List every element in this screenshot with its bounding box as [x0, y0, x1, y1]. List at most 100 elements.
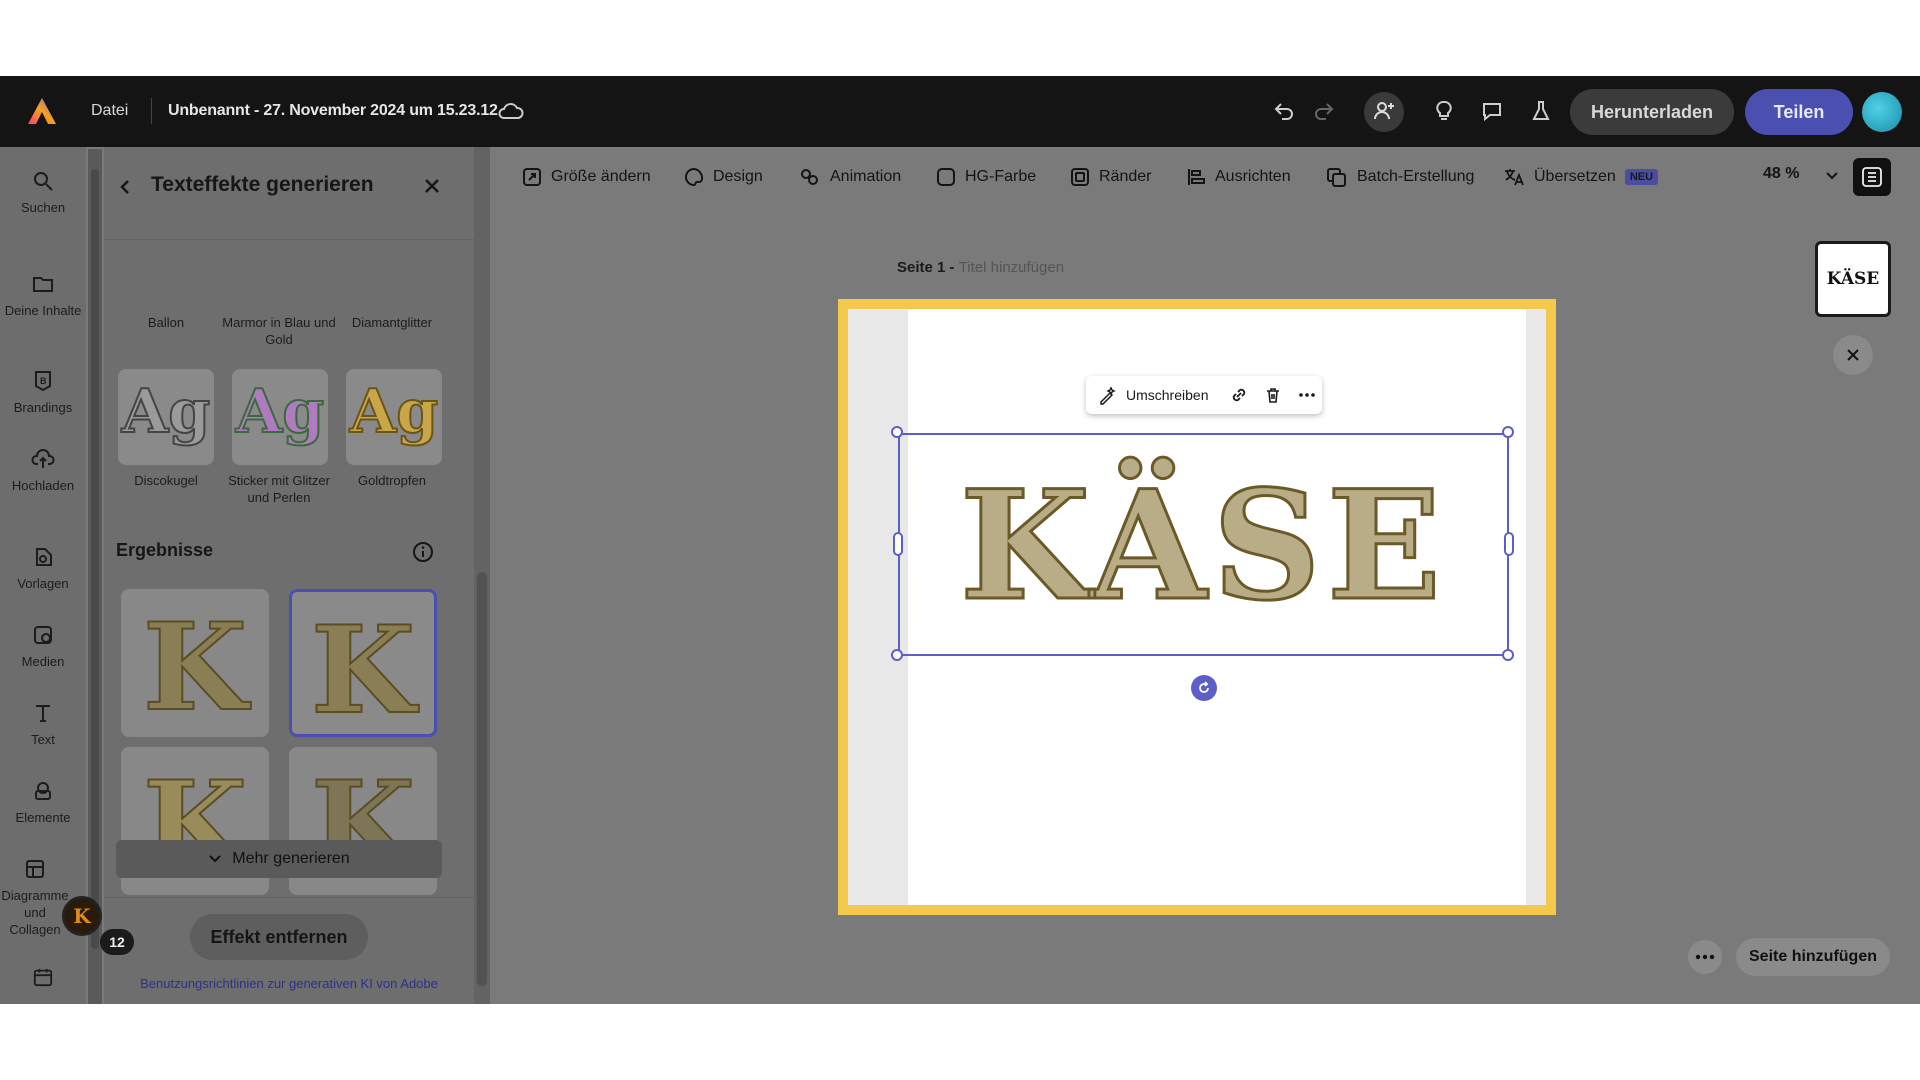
style-card-glitter-pearls[interactable]: Ag [232, 369, 328, 465]
close-icon[interactable] [423, 177, 441, 195]
rail-label: Medien [21, 654, 65, 669]
cloud-icon[interactable] [497, 99, 525, 123]
bg-color-button[interactable]: HG-Farbe [936, 164, 1036, 190]
result-preview: K [142, 596, 248, 737]
page-options-button[interactable] [1688, 940, 1722, 974]
style-caption-ballon: Ballon [147, 315, 185, 330]
templates-icon [36, 548, 52, 566]
bg-color-label: HG-Farbe [965, 168, 1037, 185]
style-caption: Sticker mit Glitzer und Perlen [228, 473, 330, 505]
translate-button[interactable]: Übersetzen NEU [1503, 164, 1659, 190]
search-icon [34, 172, 53, 191]
selection-box[interactable] [898, 433, 1509, 656]
rail-item-your-content[interactable]: Deine Inhalte [0, 272, 86, 319]
chevron-down-icon[interactable] [1824, 169, 1840, 183]
rail-item-grids[interactable]: Diagramme und Collagen [0, 857, 70, 938]
style-sample: Ag [349, 376, 440, 448]
page-title-input[interactable]: Titel hinzufügen [959, 259, 1064, 276]
undo-icon[interactable] [1269, 96, 1299, 126]
redo-icon[interactable] [1309, 96, 1339, 126]
link-icon[interactable] [1230, 386, 1248, 404]
brand-icon: B [35, 371, 51, 392]
rail-item-text[interactable]: Text [0, 701, 86, 748]
rotate-icon [1199, 681, 1209, 693]
resize-handle-left[interactable] [893, 532, 903, 556]
scroll-thumb[interactable] [477, 572, 487, 986]
design-label: Design [713, 168, 763, 185]
add-person-icon[interactable] [1369, 96, 1399, 126]
trash-icon[interactable] [1264, 386, 1282, 404]
rewrite-icon [1100, 386, 1116, 405]
user-avatar[interactable] [1862, 92, 1902, 132]
rail-label: Brandings [13, 400, 73, 415]
resize-handle-br[interactable] [1502, 649, 1514, 661]
page-label: Seite 1 - Titel hinzufügen [897, 259, 1064, 276]
rail-label: Suchen [20, 200, 66, 215]
results-heading: Ergebnisse [116, 540, 214, 560]
style-caption-diamond: Diamantglitter [351, 315, 433, 330]
style-card-discokugel[interactable]: Ag [118, 369, 214, 465]
lightbulb-icon[interactable] [1429, 96, 1459, 126]
result-preview: K [310, 599, 416, 737]
adobe-express-logo-icon[interactable] [26, 96, 58, 128]
resize-handle-tl[interactable] [891, 426, 903, 438]
add-page-button[interactable]: Seite hinzufügen [1736, 938, 1890, 976]
top-bar: Datei Unbenannt - 27. November 2024 um 1… [0, 76, 1920, 147]
notification-badge[interactable]: 12 [100, 929, 134, 955]
batch-create-button[interactable]: Batch-Erstellung [1326, 164, 1474, 190]
rail-item-brands[interactable]: B Brandings [0, 369, 86, 416]
download-button[interactable]: Herunterladen [1570, 89, 1734, 135]
ai-guidelines-link[interactable]: Benutzungsrichtlinien zur generativen KI… [104, 976, 474, 991]
file-menu[interactable]: Datei [91, 102, 128, 120]
design-button[interactable]: Design [684, 164, 763, 190]
document-title[interactable]: Unbenannt - 27. November 2024 um 15.23.1… [168, 102, 498, 120]
flask-icon[interactable] [1526, 96, 1556, 126]
zoom-level[interactable]: 48 % [1763, 165, 1799, 183]
generate-more-button[interactable]: Mehr generieren [116, 840, 442, 878]
svg-text:B: B [40, 376, 47, 386]
style-caption-marble: Marmor in Blau und Gold [222, 315, 336, 347]
borders-button[interactable]: Ränder [1070, 164, 1151, 190]
divider [151, 98, 152, 124]
layers-toggle-button[interactable] [1853, 158, 1891, 196]
resize-handle-right[interactable] [1504, 532, 1514, 556]
rail-item-more[interactable] [0, 967, 86, 993]
style-caption: Goldtropfen [358, 473, 426, 488]
animation-button[interactable]: Animation [799, 164, 901, 190]
resize-icon [523, 168, 541, 186]
page-thumbnail[interactable]: KÄSE [1815, 241, 1891, 317]
folder-icon [33, 277, 53, 292]
align-button[interactable]: Ausrichten [1186, 164, 1291, 190]
rail-item-upload[interactable]: Hochladen [0, 447, 86, 494]
chevron-down-icon [209, 855, 222, 863]
resize-handle-bl[interactable] [891, 649, 903, 661]
rail-label: Elemente [15, 810, 71, 825]
rail-item-templates[interactable]: Vorlagen [0, 545, 86, 592]
more-icon[interactable] [1298, 386, 1316, 404]
rail-label: Diagramme und Collagen [1, 888, 69, 937]
rail-item-elements[interactable]: Elemente [0, 779, 86, 826]
style-card-gold-drops[interactable]: Ag [346, 369, 442, 465]
scroll-thumb[interactable] [91, 169, 99, 949]
more-icon [1695, 954, 1715, 960]
upload-icon [31, 449, 55, 468]
result-card-2-selected[interactable]: K [289, 589, 437, 737]
resize-handle-tr[interactable] [1502, 426, 1514, 438]
text-icon [36, 705, 50, 722]
rail-item-media[interactable]: Medien [0, 623, 86, 670]
rotate-handle[interactable] [1191, 675, 1217, 701]
comment-icon[interactable] [1477, 96, 1507, 126]
resize-button[interactable]: Größe ändern [522, 164, 651, 190]
rewrite-button[interactable]: Umschreiben [1126, 387, 1208, 403]
remove-effect-button[interactable]: Effekt entfernen [190, 914, 368, 960]
info-icon[interactable] [412, 541, 434, 563]
panel-scrollbar[interactable] [474, 147, 490, 1004]
rail-item-search[interactable]: Suchen [0, 169, 86, 216]
result-card-1[interactable]: K [121, 589, 269, 737]
panel-header: Texteffekte generieren [104, 147, 474, 237]
rail-scrollbar[interactable] [88, 149, 102, 1004]
collaborator-avatar[interactable]: K [62, 896, 102, 936]
share-button[interactable]: Teilen [1745, 89, 1853, 135]
close-thumbnails-button[interactable] [1833, 335, 1873, 375]
back-chevron-icon[interactable] [118, 178, 132, 196]
